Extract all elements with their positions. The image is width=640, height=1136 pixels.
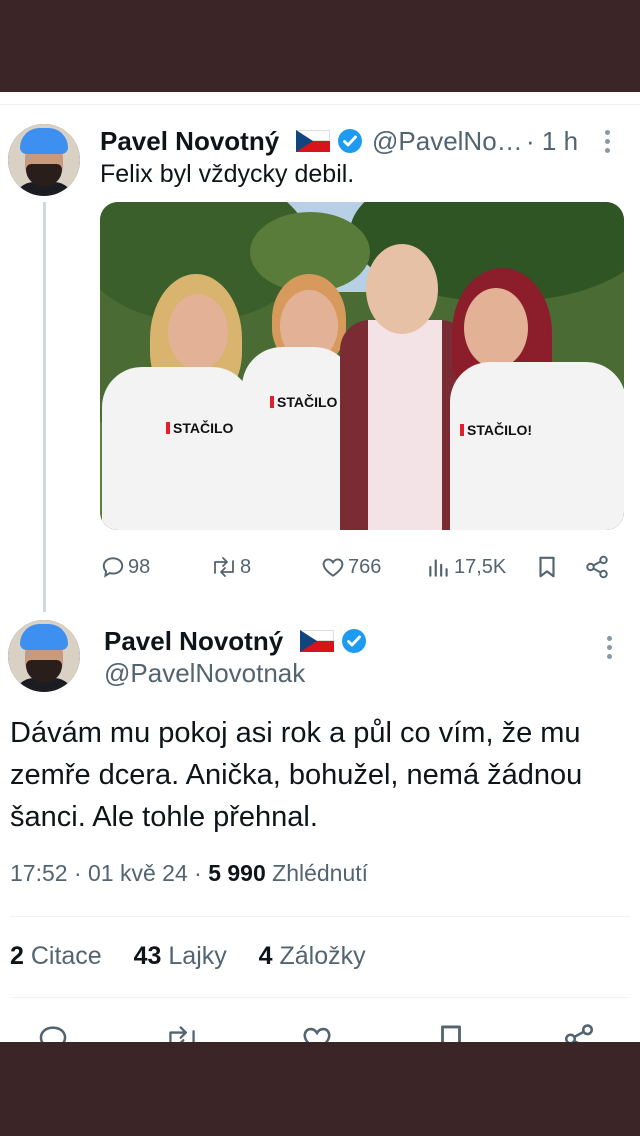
- thread-connector: [43, 202, 46, 612]
- likes-stat[interactable]: 43 Lajky: [134, 942, 227, 970]
- more-icon[interactable]: [605, 634, 613, 662]
- more-icon[interactable]: [603, 128, 611, 156]
- retweet-icon: [169, 1026, 195, 1042]
- bookmark-icon: [539, 556, 555, 578]
- avatar[interactable]: [8, 124, 80, 196]
- like-icon: [303, 1027, 331, 1042]
- divider: [10, 916, 630, 917]
- retweet-icon: [214, 557, 234, 577]
- avatar[interactable]: [8, 620, 80, 692]
- views-count: 5 990: [208, 860, 266, 886]
- bottom-frame: [0, 1042, 640, 1136]
- reply-button[interactable]: 98: [100, 552, 150, 582]
- tweet-actions: [0, 1024, 640, 1042]
- author-handle[interactable]: @PavelNo…: [372, 126, 523, 157]
- like-button[interactable]: 766: [320, 552, 381, 582]
- tweet-timestamp[interactable]: 17:52 · 01 kvě 24 ·: [10, 860, 208, 886]
- tweet-time[interactable]: · 1 h: [526, 126, 578, 157]
- retweet-button[interactable]: 8: [210, 552, 251, 582]
- bookmark-button[interactable]: [534, 552, 562, 582]
- verified-icon: [342, 629, 366, 653]
- bookmarks-stat[interactable]: 4 Záložky: [259, 942, 366, 970]
- reply-icon: [39, 1026, 67, 1042]
- author-name[interactable]: Pavel Novotný: [104, 626, 283, 657]
- czech-flag-icon: [296, 130, 330, 152]
- views-count: 17,5K: [454, 555, 507, 578]
- shirt-text: STAČILO: [166, 420, 233, 436]
- bookmark-icon: [441, 1025, 461, 1042]
- tweet-thread: Pavel Novotný @PavelNo… · 1 h Felix byl …: [0, 92, 640, 1042]
- reply-icon: [102, 557, 124, 578]
- divider: [0, 104, 640, 105]
- retweet-count: 8: [240, 555, 252, 578]
- divider: [10, 997, 630, 998]
- like-count: 766: [348, 555, 382, 578]
- shirt-text: STAČILO: [270, 394, 337, 410]
- views-icon: [429, 559, 448, 577]
- bookmark-button[interactable]: [434, 1024, 470, 1042]
- views-button[interactable]: 17,5K: [426, 552, 506, 582]
- tweet-text: Felix byl vždycky debil.: [100, 160, 355, 188]
- author-handle[interactable]: @PavelNovotnak: [104, 658, 305, 689]
- author-name[interactable]: Pavel Novotný: [100, 126, 279, 157]
- views-label: Zhlédnutí: [265, 860, 369, 886]
- share-button[interactable]: [584, 552, 612, 582]
- shirt-text: STAČILO!: [460, 422, 532, 438]
- share-icon: [586, 555, 608, 579]
- share-button[interactable]: [562, 1024, 598, 1042]
- tweet-meta: 17:52 · 01 kvě 24 · 5 990 Zhlédnutí: [10, 860, 368, 887]
- reply-button[interactable]: [36, 1024, 72, 1042]
- tweet-stats: 2 Citace 43 Lajky 4 Záložky: [10, 942, 366, 971]
- retweet-button[interactable]: [164, 1024, 202, 1042]
- tweet-text: Dávám mu pokoj asi rok a půl co vím, že …: [10, 717, 583, 833]
- verified-icon: [338, 129, 362, 153]
- quotes-stat[interactable]: 2 Citace: [10, 942, 102, 970]
- like-button[interactable]: [300, 1024, 336, 1042]
- share-icon: [564, 1024, 594, 1042]
- top-frame: [0, 0, 640, 92]
- like-icon: [322, 558, 344, 577]
- tweet-photo[interactable]: STAČILO STAČILO STAČILO!: [100, 202, 624, 530]
- czech-flag-icon: [300, 630, 334, 652]
- reply-count: 98: [128, 555, 151, 578]
- tweet-actions: 98 8 766 17,5K: [100, 552, 624, 582]
